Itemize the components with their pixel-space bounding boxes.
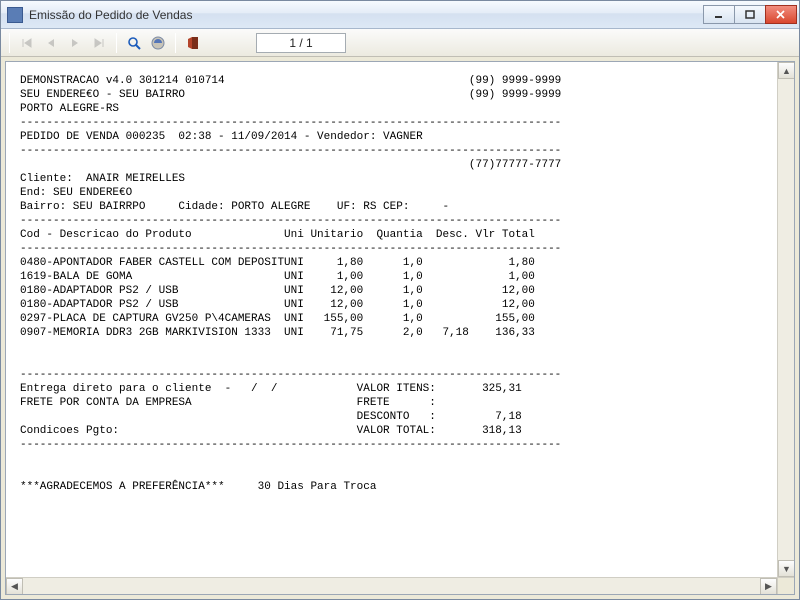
- scroll-up-button[interactable]: ▲: [778, 62, 795, 79]
- titlebar: Emissão do Pedido de Vendas: [1, 1, 799, 29]
- scroll-down-button[interactable]: ▼: [778, 560, 795, 577]
- app-window: Emissão do Pedido de Vendas DEMONSTR: [0, 0, 800, 600]
- document-viewport: DEMONSTRACAO v4.0 301214 010714 (99) 999…: [5, 61, 795, 595]
- separator: [9, 33, 10, 53]
- app-icon: [7, 7, 23, 23]
- exit-icon: [186, 36, 200, 50]
- page-indicator-input[interactable]: [256, 33, 346, 53]
- window-controls: [704, 5, 797, 24]
- close-icon: [776, 10, 786, 20]
- minimize-button[interactable]: [703, 5, 735, 24]
- window-title: Emissão do Pedido de Vendas: [29, 8, 704, 22]
- print-button[interactable]: [147, 32, 169, 54]
- scroll-left-button[interactable]: ◀: [6, 578, 23, 595]
- next-page-icon: [70, 38, 80, 48]
- scroll-corner: [777, 577, 794, 594]
- nav-last-button[interactable]: [88, 32, 110, 54]
- printer-icon: [151, 36, 165, 50]
- zoom-button[interactable]: [123, 32, 145, 54]
- first-page-icon: [21, 38, 33, 48]
- close-button[interactable]: [765, 5, 797, 24]
- separator: [175, 33, 176, 53]
- nav-next-button[interactable]: [64, 32, 86, 54]
- maximize-icon: [745, 10, 755, 20]
- toolbar: [1, 29, 799, 57]
- report-body: DEMONSTRACAO v4.0 301214 010714 (99) 999…: [6, 62, 777, 577]
- scroll-right-button[interactable]: ▶: [760, 578, 777, 595]
- maximize-button[interactable]: [734, 5, 766, 24]
- scrollbar-horizontal[interactable]: ◀ ▶: [6, 577, 777, 594]
- nav-first-button[interactable]: [16, 32, 38, 54]
- scroll-track-h[interactable]: [23, 578, 760, 594]
- prev-page-icon: [46, 38, 56, 48]
- scroll-track-v[interactable]: [778, 79, 794, 560]
- magnifier-icon: [127, 36, 141, 50]
- minimize-icon: [714, 10, 724, 20]
- last-page-icon: [93, 38, 105, 48]
- exit-button[interactable]: [182, 32, 204, 54]
- nav-prev-button[interactable]: [40, 32, 62, 54]
- page-indicator-wrap: [256, 33, 346, 53]
- scrollbar-vertical[interactable]: ▲ ▼: [777, 62, 794, 577]
- separator: [116, 33, 117, 53]
